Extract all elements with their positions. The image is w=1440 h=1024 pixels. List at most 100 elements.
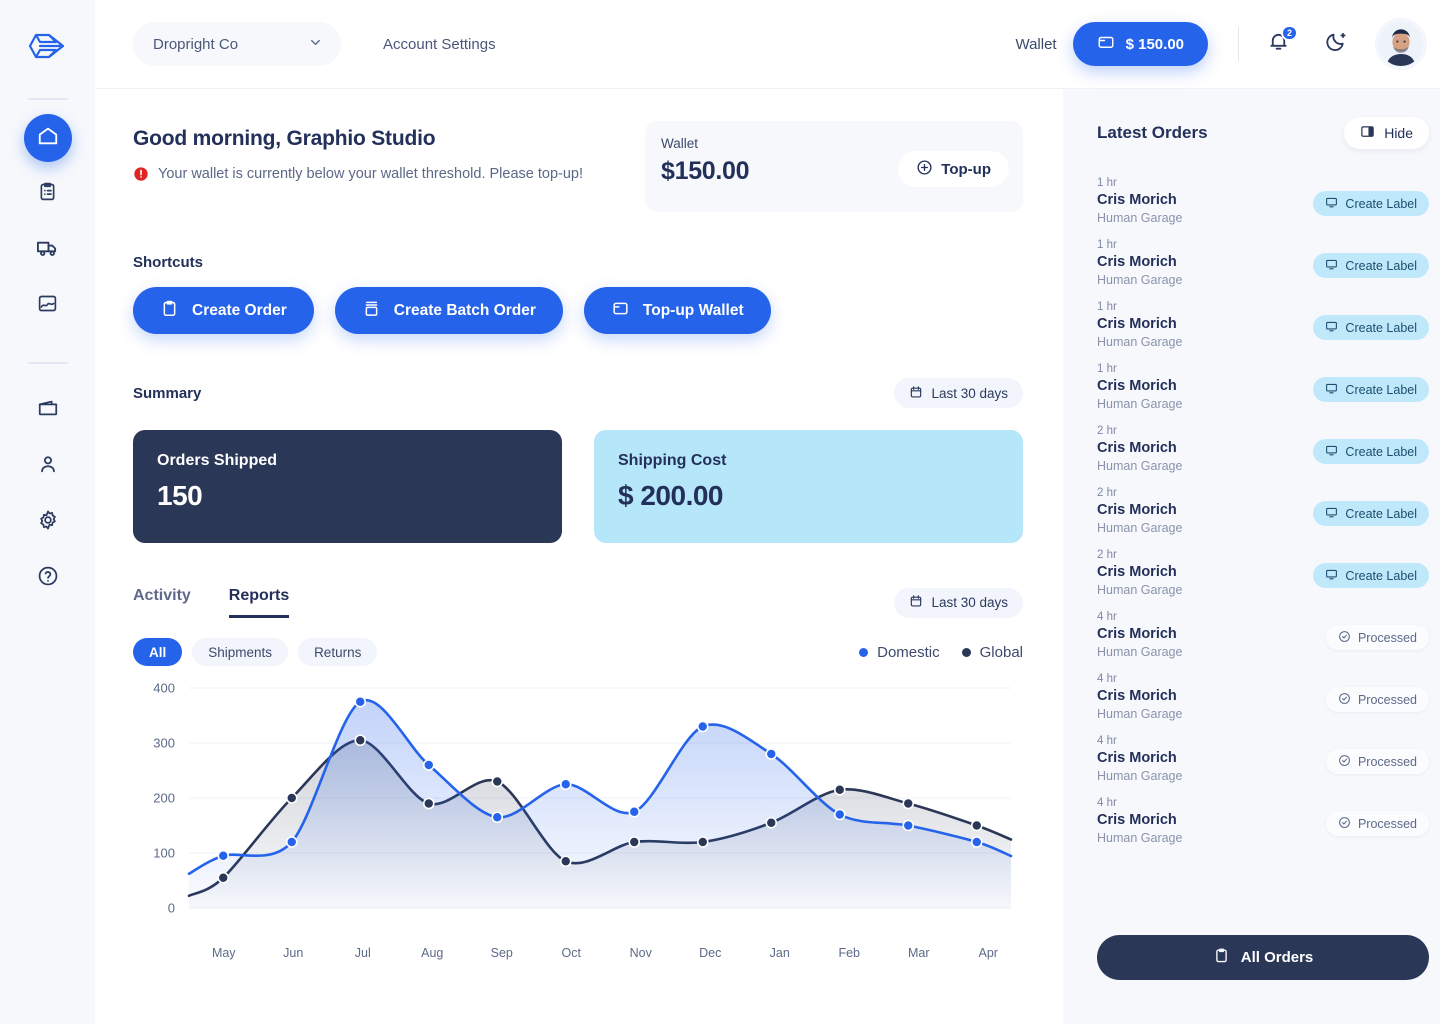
order-time: 4 hr: [1097, 673, 1117, 685]
legend-domestic[interactable]: Domestic: [859, 644, 940, 661]
order-row[interactable]: 1 hr Cris Morich Human Garage Create Label: [1097, 295, 1429, 357]
chart-point-global-oct[interactable]: [559, 855, 572, 868]
order-customer-name: Cris Morich: [1097, 254, 1177, 270]
order-company: Human Garage: [1097, 397, 1183, 411]
chart-point-global-apr[interactable]: [970, 819, 983, 832]
notifications-button[interactable]: 2: [1261, 25, 1298, 61]
body-split: Good morning, Graphio Studio Your wallet…: [95, 89, 1440, 1024]
order-company: Human Garage: [1097, 521, 1183, 535]
org-selector[interactable]: Dropright Co: [133, 22, 341, 66]
chart-point-domestic-feb[interactable]: [833, 808, 846, 821]
sidebar-item-reports[interactable]: [24, 282, 72, 330]
chart-point-domestic-mar[interactable]: [902, 819, 915, 832]
order-row[interactable]: 2 hr Cris Morich Human Garage Create Label: [1097, 481, 1429, 543]
order-customer-name: Cris Morich: [1097, 502, 1177, 518]
orders-shipped-title: Orders Shipped: [157, 452, 278, 469]
order-row[interactable]: 1 hr Cris Morich Human Garage Create Label: [1097, 357, 1429, 419]
sidebar-divider-mid: [27, 362, 68, 364]
create-label-button[interactable]: Create Label: [1313, 563, 1429, 588]
chart-point-domestic-may[interactable]: [217, 849, 230, 862]
chart-point-global-may[interactable]: [217, 871, 230, 884]
chart-point-global-jul[interactable]: [354, 734, 367, 747]
account-settings-link[interactable]: Account Settings: [383, 36, 496, 53]
order-info: 1 hr Cris Morich Human Garage: [1097, 363, 1182, 411]
order-row[interactable]: 4 hr Cris Morich Human Garage Processed: [1097, 667, 1429, 729]
create-label-button[interactable]: Create Label: [1313, 377, 1429, 402]
all-orders-label: All Orders: [1240, 949, 1314, 966]
chart-point-global-sep[interactable]: [491, 775, 504, 788]
sidebar-item-help[interactable]: [24, 554, 72, 602]
order-row[interactable]: 1 hr Cris Morich Human Garage Create Label: [1097, 233, 1429, 295]
order-action-cell: Create Label: [1313, 377, 1429, 402]
order-row[interactable]: 4 hr Cris Morich Human Garage Processed: [1097, 791, 1429, 853]
chart-point-domestic-apr[interactable]: [970, 836, 983, 848]
chart-point-domestic-jun[interactable]: [285, 836, 298, 848]
shipping-cost-title: Shipping Cost: [618, 452, 727, 469]
sidebar-item-home[interactable]: [23, 114, 72, 162]
chart-point-domestic-oct[interactable]: [559, 778, 572, 791]
wallet-balance-button[interactable]: $ 150.00: [1072, 22, 1208, 66]
chart-point-domestic-jul[interactable]: [354, 695, 367, 708]
create-batch-order-button[interactable]: Create Batch Order: [334, 287, 563, 334]
sidebar-item-wallet[interactable]: [24, 386, 72, 434]
create-label-button[interactable]: Create Label: [1313, 315, 1429, 340]
all-orders-button[interactable]: All Orders: [1097, 935, 1429, 980]
top-up-button[interactable]: Top-up: [898, 151, 1009, 187]
org-selector-label: Dropright Co: [153, 35, 239, 53]
chart-point-global-aug[interactable]: [422, 797, 435, 810]
order-row[interactable]: 4 hr Cris Morich Human Garage Processed: [1097, 729, 1429, 791]
chart-point-domestic-jan[interactable]: [765, 748, 778, 760]
sidebar-item-settings[interactable]: [24, 498, 72, 546]
chart-point-domestic-dec[interactable]: [696, 720, 709, 733]
wallet-card-label: Wallet: [661, 136, 699, 151]
create-label-button[interactable]: Create Label: [1313, 253, 1429, 278]
chart-point-global-jan[interactable]: [765, 816, 778, 829]
user-avatar[interactable]: [1379, 22, 1423, 66]
main-content: Good morning, Graphio Studio Your wallet…: [95, 89, 1063, 1024]
order-row[interactable]: 2 hr Cris Morich Human Garage Create Label: [1097, 419, 1429, 481]
chart-point-domestic-sep[interactable]: [491, 811, 504, 824]
wallet-icon: [1097, 33, 1115, 55]
sidebar-item-shipments[interactable]: [24, 226, 72, 274]
filter-returns[interactable]: Returns: [298, 638, 378, 666]
sidebar-item-orders[interactable]: [24, 170, 72, 218]
tab-activity[interactable]: Activity: [133, 587, 191, 618]
hide-panel-label: Hide: [1384, 125, 1413, 141]
y-tick-400: 400: [153, 681, 175, 696]
x-tick-jun: Jun: [283, 946, 304, 960]
reports-chart: 0 100 200 300 400 May Jun Jul Aug Sep Oct Nov Dec Ja…: [133, 680, 1023, 975]
chart-point-global-mar[interactable]: [902, 797, 915, 810]
moon-icon: [1325, 30, 1348, 58]
create-label-button[interactable]: Create Label: [1313, 439, 1429, 464]
top-up-wallet-button[interactable]: Top-up Wallet: [583, 287, 771, 334]
chart-point-global-nov[interactable]: [628, 836, 641, 848]
create-label-button[interactable]: Create Label: [1313, 191, 1429, 216]
reports-range-label: Last 30 days: [931, 595, 1008, 610]
app-logo[interactable]: [20, 18, 76, 74]
status-badge: Processed: [1325, 749, 1429, 774]
filter-shipments[interactable]: Shipments: [192, 638, 289, 666]
check-circle-icon: [1338, 692, 1351, 708]
reports-range-selector[interactable]: Last 30 days: [894, 587, 1023, 618]
sidebar-divider-top: [27, 98, 68, 100]
sidebar: [0, 0, 95, 1024]
chart-point-domestic-aug[interactable]: [422, 759, 435, 771]
summary-range-selector[interactable]: Last 30 days: [894, 378, 1023, 408]
tab-reports[interactable]: Reports: [228, 587, 290, 618]
chart-point-global-dec[interactable]: [696, 836, 709, 848]
create-order-button[interactable]: Create Order: [133, 287, 314, 334]
legend-dot-domestic: [859, 647, 869, 657]
filter-all[interactable]: All: [133, 638, 183, 666]
theme-toggle-button[interactable]: [1319, 27, 1353, 61]
create-label-button[interactable]: Create Label: [1313, 501, 1429, 526]
chart-point-domestic-nov[interactable]: [628, 805, 641, 818]
legend-global[interactable]: Global: [961, 644, 1023, 661]
order-row[interactable]: 2 hr Cris Morich Human Garage Create Label: [1097, 543, 1429, 605]
order-row[interactable]: 4 hr Cris Morich Human Garage Processed: [1097, 605, 1429, 667]
order-row[interactable]: 1 hr Cris Morich Human Garage Create Label: [1097, 171, 1429, 233]
chart-point-global-feb[interactable]: [833, 783, 846, 796]
chart-point-global-jun[interactable]: [285, 792, 298, 804]
gear-icon: [37, 509, 59, 536]
sidebar-item-account[interactable]: [24, 442, 72, 490]
hide-panel-button[interactable]: Hide: [1344, 117, 1429, 149]
